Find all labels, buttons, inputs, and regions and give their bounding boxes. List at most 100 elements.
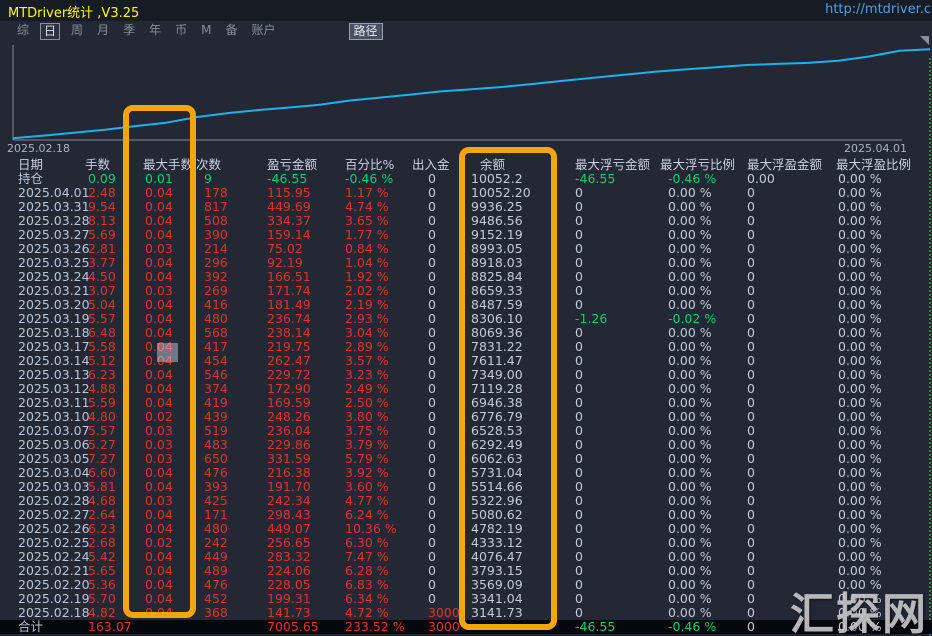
menu-item-账户[interactable]: 账户 [248, 23, 278, 40]
cell-count: 392 [204, 270, 228, 284]
col-header-lots: 手数 [85, 158, 110, 172]
cell-date: 2025.03.07 [18, 424, 90, 438]
cell-fp_amt: 0 [747, 312, 755, 326]
cell-fp_amt: 0 [747, 550, 755, 564]
col-header-inout: 出入金 [412, 158, 450, 172]
cell-fl_amt: 0 [575, 396, 583, 410]
cell-date: 2025.02.24 [18, 550, 90, 564]
cell-fp_pct: 0.00 % [838, 284, 882, 298]
cell-fp_pct: 0.00 % [838, 368, 882, 382]
cell-date: 2025.03.25 [18, 256, 90, 270]
cell-fp_amt: 0.00 [747, 172, 775, 186]
menu-item-月[interactable]: 月 [94, 23, 112, 40]
mtdriver-url-link[interactable]: http://mtdriver.c [825, 2, 931, 17]
cell-lots: 5.65 [88, 564, 116, 578]
cell-count: 178 [204, 186, 228, 200]
menu-item-综[interactable]: 综 [14, 23, 32, 40]
mtdriver-window: MTDriver统计 ,V3.25 http://mtdriver.c 综日周月… [0, 0, 932, 636]
cell-fp_amt: 0 [747, 564, 755, 578]
cell-fl_pct: 0.00 % [668, 438, 712, 452]
menu-item-年[interactable]: 年 [146, 23, 164, 40]
cell-fp_amt: 0 [747, 354, 755, 368]
cell-date: 2025.03.27 [18, 228, 90, 242]
cell-inout: 0 [428, 214, 436, 228]
cell-fp_pct: 0.00 % [838, 564, 882, 578]
cell-date: 2025.02.26 [18, 522, 90, 536]
cell-fp_amt: 0 [747, 340, 755, 354]
cell-inout: 0 [428, 340, 436, 354]
cell-date: 2025.02.28 [18, 494, 90, 508]
cell-fl_amt: 0 [575, 270, 583, 284]
cell-fp_pct: 0.00 % [838, 536, 882, 550]
cell-lots: 7.27 [88, 452, 116, 466]
menu-item-币[interactable]: 币 [172, 23, 190, 40]
cell-lots: 5.69 [88, 228, 116, 242]
cell-pct: 6.34 % [345, 592, 389, 606]
cell-fp_amt: 0 [747, 284, 755, 298]
cell-pnl: 169.59 [267, 396, 311, 410]
cell-pnl: 228.05 [267, 578, 311, 592]
cell-pct: 6.30 % [345, 536, 389, 550]
cell-pct: 2.19 % [345, 298, 389, 312]
cell-count: 419 [204, 396, 228, 410]
cell-pct: 2.02 % [345, 284, 389, 298]
cell-fl_pct: -0.46 % [668, 620, 716, 634]
menu-item-季[interactable]: 季 [120, 23, 138, 40]
cell-fl_amt: 0 [575, 340, 583, 354]
cell-fl_pct: 0.00 % [668, 480, 712, 494]
cell-inout: 0 [428, 298, 436, 312]
cell-count: 171 [204, 508, 228, 522]
cell-fl_amt: 0 [575, 354, 583, 368]
col-header-percent: 百分比% [345, 158, 394, 172]
cell-count: 417 [204, 340, 228, 354]
cell-inout: 0 [428, 228, 436, 242]
cell-fp_pct: 0.00 % [838, 452, 882, 466]
cell-fl_amt: 0 [575, 536, 583, 550]
cell-date: 2025.03.17 [18, 340, 90, 354]
cell-inout: 3000 [428, 606, 460, 620]
cell-fl_amt: 0 [575, 242, 583, 256]
cell-count: 454 [204, 354, 228, 368]
cell-lots: 9.54 [88, 200, 116, 214]
cell-fp_pct: 0.00 % [838, 424, 882, 438]
cell-fp_amt: 0 [747, 592, 755, 606]
cell-pct: 4.74 % [345, 200, 389, 214]
menu-item-周[interactable]: 周 [68, 23, 86, 40]
cell-fl_pct: 0.00 % [668, 452, 712, 466]
cell-pct: 3.65 % [345, 214, 389, 228]
cell-date: 持仓 [18, 172, 43, 186]
scroll-grip-icon[interactable] [920, 36, 929, 45]
cell-pnl: 92.19 [267, 256, 303, 270]
cell-fp_amt: 0 [747, 424, 755, 438]
cell-fl_pct: 0.00 % [668, 270, 712, 284]
cell-count: 483 [204, 438, 228, 452]
cell-date: 2025.02.21 [18, 564, 90, 578]
cell-fp_pct: 0.00 % [838, 228, 882, 242]
cell-date: 2025.03.03 [18, 480, 90, 494]
cell-fp_pct: 0.00 % [838, 312, 882, 326]
cell-date: 2025.03.05 [18, 452, 90, 466]
cell-fp_pct: 0.00 % [838, 410, 882, 424]
cell-fl_pct: 0.00 % [668, 522, 712, 536]
cell-pnl: 262.47 [267, 354, 311, 368]
cell-inout: 0 [428, 508, 436, 522]
cell-date: 2025.03.20 [18, 298, 90, 312]
path-button[interactable]: 路径 [349, 23, 383, 40]
cell-fp_amt: 0 [747, 200, 755, 214]
cell-fl_pct: 0.00 % [668, 550, 712, 564]
cell-fp_amt: 0 [747, 186, 755, 200]
cell-date: 2025.03.26 [18, 242, 90, 256]
menu-item-备[interactable]: 备 [222, 23, 240, 40]
cell-fp_amt: 0 [747, 578, 755, 592]
cell-pct: 6.24 % [345, 508, 389, 522]
menu-item-日[interactable]: 日 [40, 23, 60, 40]
cell-pnl: 166.51 [267, 270, 311, 284]
cell-lots: 4.68 [88, 494, 116, 508]
cell-inout: 0 [428, 536, 436, 550]
cell-fl_amt: 0 [575, 578, 583, 592]
menu-item-M[interactable]: M [198, 23, 214, 40]
cell-pnl: 172.90 [267, 382, 311, 396]
cell-pnl: 236.74 [267, 312, 311, 326]
cell-pct: 10.36 % [345, 522, 397, 536]
cell-pnl: 229.86 [267, 438, 311, 452]
